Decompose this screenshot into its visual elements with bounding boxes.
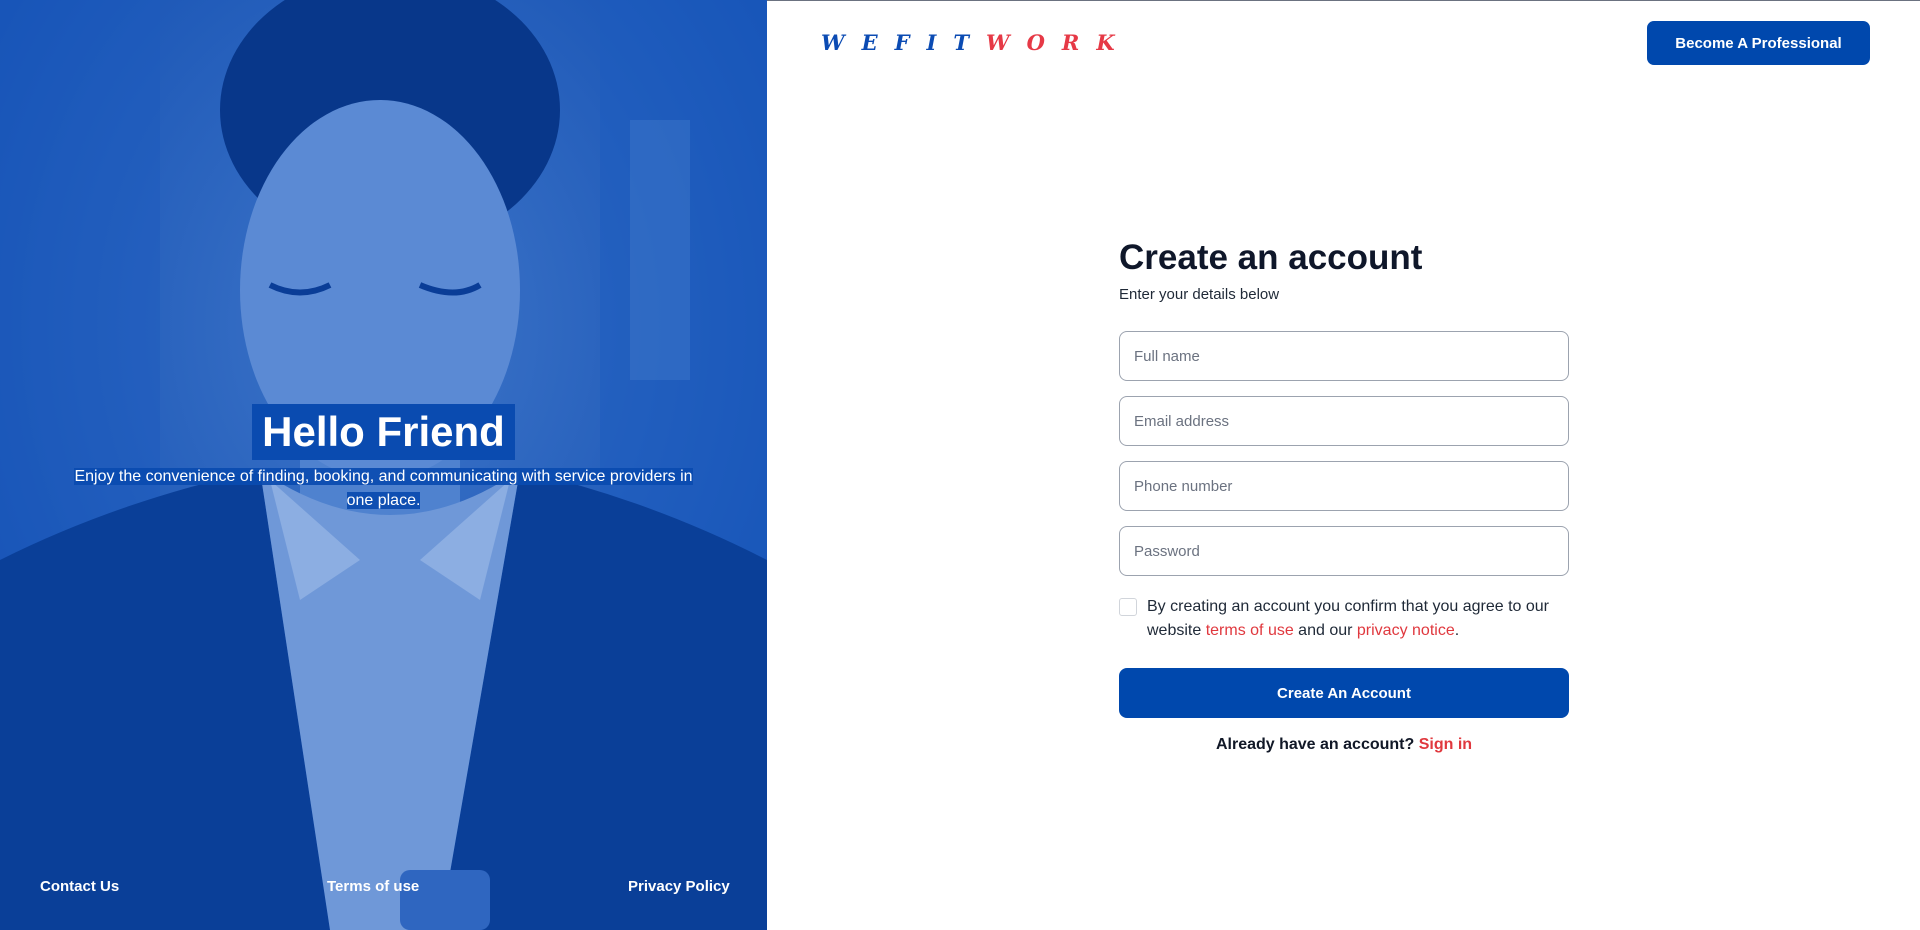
terms-agreement: By creating an account you confirm that …	[1119, 595, 1569, 643]
signin-prompt: Already have an account? Sign in	[1119, 736, 1569, 754]
create-account-form: Create an account Enter your details bel…	[1119, 233, 1569, 754]
logo-letter: R	[1061, 30, 1080, 55]
logo-letter: K	[1096, 30, 1115, 55]
hero-title: Hello Friend	[252, 404, 515, 460]
hero-panel: Hello Friend Enjoy the convenience of fi…	[0, 0, 767, 930]
agreement-mid: and our	[1293, 622, 1357, 639]
logo-letter: I	[926, 30, 937, 55]
create-account-button[interactable]: Create An Account	[1119, 668, 1569, 718]
logo-letter: T	[953, 30, 969, 55]
password-input[interactable]	[1119, 526, 1569, 576]
hero-subtitle: Enjoy the convenience of finding, bookin…	[64, 465, 704, 513]
privacy-notice-link[interactable]: privacy notice	[1357, 622, 1455, 639]
email-input[interactable]	[1119, 396, 1569, 446]
hero-text-block: Hello Friend Enjoy the convenience of fi…	[0, 404, 767, 513]
terms-of-use-link[interactable]: Terms of use	[327, 878, 419, 895]
form-title: Create an account	[1119, 238, 1423, 277]
hero-subtitle-text: Enjoy the convenience of finding, bookin…	[74, 468, 693, 509]
contact-us-link[interactable]: Contact Us	[40, 878, 119, 895]
logo-letter: F	[894, 30, 910, 55]
already-have-account-text: Already have an account?	[1215, 736, 1419, 753]
agreement-suffix: .	[1454, 622, 1460, 639]
logo-letter: O	[1026, 30, 1045, 55]
logo-letter: W	[821, 30, 845, 55]
agreement-text: By creating an account you confirm that …	[1147, 595, 1569, 643]
agree-checkbox[interactable]	[1119, 598, 1137, 616]
sign-in-link[interactable]: Sign in	[1419, 736, 1472, 753]
become-professional-button[interactable]: Become A Professional	[1647, 21, 1870, 65]
logo-letter: W	[986, 30, 1010, 55]
phone-input[interactable]	[1119, 461, 1569, 511]
footer-links: Contact Us Terms of use Privacy Policy	[0, 878, 767, 900]
privacy-policy-link[interactable]: Privacy Policy	[628, 878, 730, 895]
wefitwork-logo[interactable]: WEFITWORK	[821, 30, 1115, 55]
logo-letter: E	[861, 30, 878, 55]
page: Hello Friend Enjoy the convenience of fi…	[0, 0, 1920, 930]
form-fields	[1119, 331, 1569, 576]
full-name-input[interactable]	[1119, 331, 1569, 381]
form-subtitle: Enter your details below	[1119, 286, 1280, 303]
terms-of-use-inline-link[interactable]: terms of use	[1206, 622, 1294, 639]
